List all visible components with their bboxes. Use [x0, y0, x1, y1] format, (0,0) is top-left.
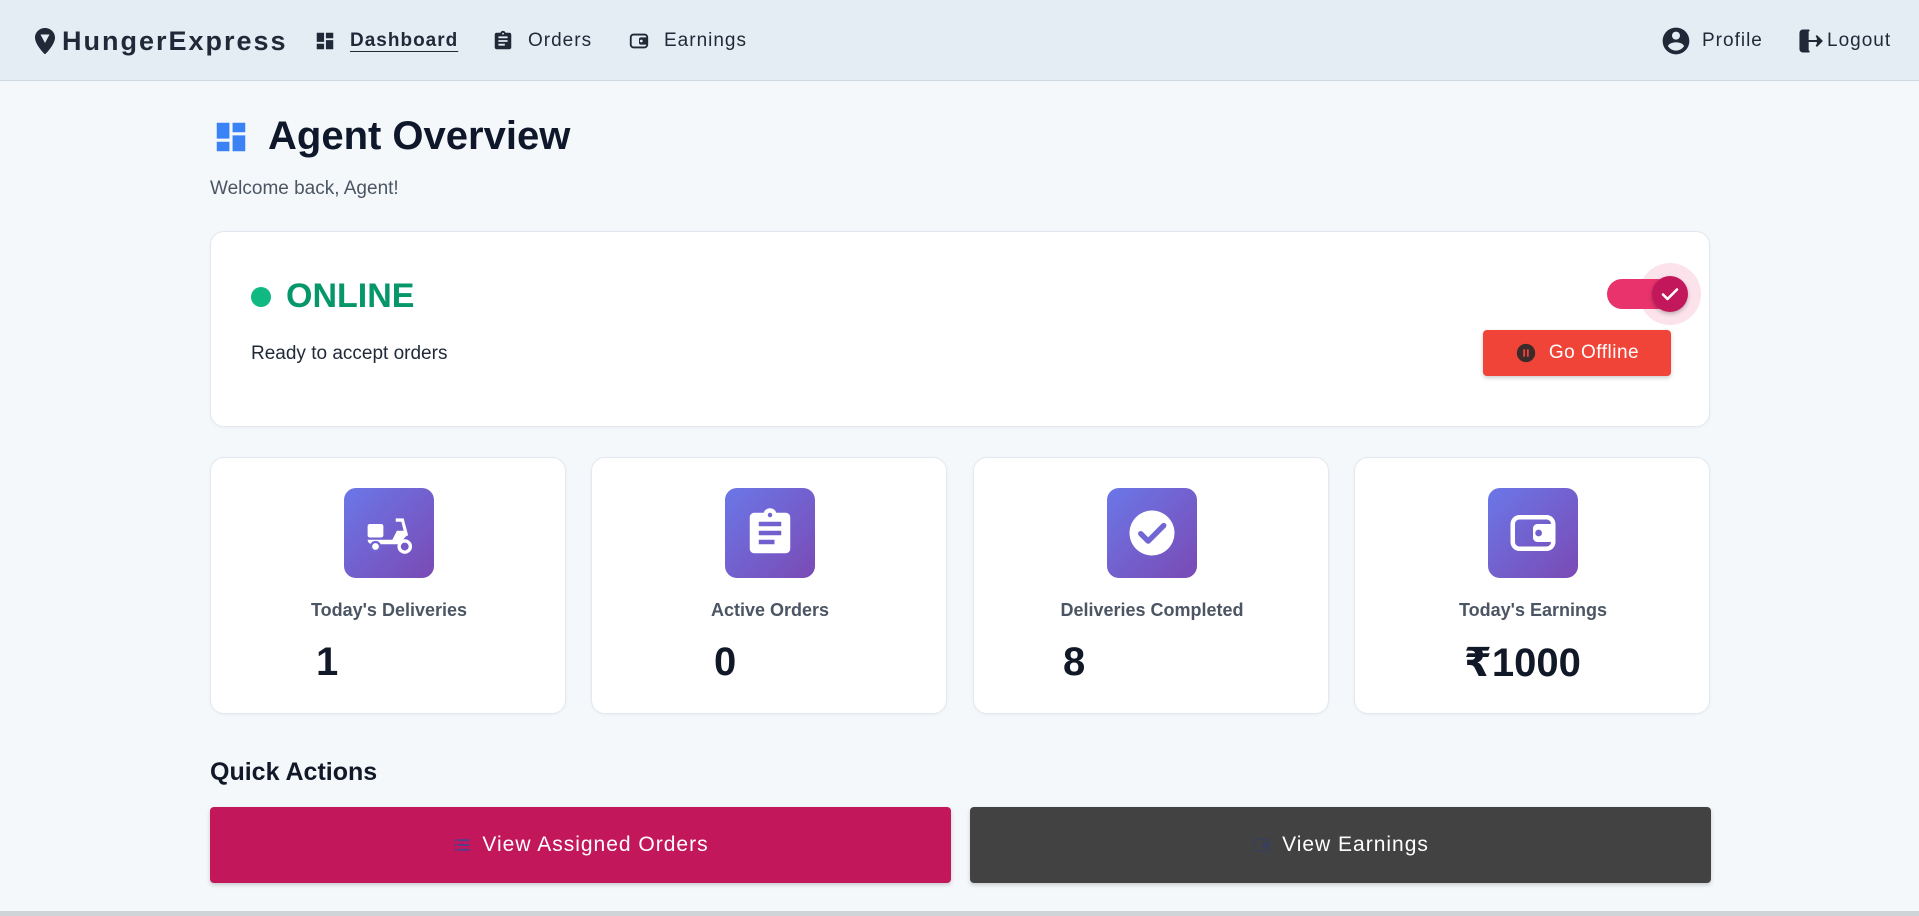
wallet-icon — [1510, 515, 1556, 551]
location-pin-icon — [35, 28, 55, 54]
brand-logo[interactable]: HungerExpress — [32, 24, 288, 58]
stat-label: Today's Earnings — [1459, 600, 1607, 620]
view-earnings-label: View Earnings — [1282, 833, 1429, 856]
stat-card-active-orders: Active Orders 0 — [591, 457, 947, 714]
stat-value: 1 — [316, 640, 339, 684]
check-circle-icon — [1129, 510, 1175, 556]
stat-card-todays-earnings: Today's Earnings ₹1000 — [1354, 457, 1710, 714]
stat-icon-box — [1107, 488, 1197, 578]
welcome-message: Welcome back, Agent! — [210, 178, 399, 199]
wallet-icon — [1253, 838, 1271, 852]
clipboard-icon — [494, 30, 512, 50]
dashboard-icon — [316, 32, 334, 50]
stat-label: Active Orders — [710, 600, 830, 620]
view-assigned-orders-button[interactable]: View Assigned Orders — [210, 807, 951, 883]
quick-actions-title: Quick Actions — [210, 758, 378, 786]
list-icon — [454, 839, 470, 851]
logout-icon — [1799, 29, 1823, 53]
nav-dashboard-label: Dashboard — [350, 30, 459, 51]
stat-value: ₹1000 — [1464, 641, 1581, 685]
nav-orders-label: Orders — [528, 30, 593, 51]
view-earnings-button[interactable]: View Earnings — [970, 807, 1711, 883]
status-card: ONLINE Ready to accept orders Go Offline — [210, 231, 1710, 427]
stat-card-todays-deliveries: Today's Deliveries 1 — [210, 457, 566, 714]
status-indicator: ONLINE — [251, 277, 414, 316]
stat-icon-box — [1488, 488, 1578, 578]
dashboard-icon — [216, 122, 246, 151]
stat-value: 8 — [1063, 640, 1086, 684]
nav-earnings[interactable]: Earnings — [628, 26, 747, 56]
nav-profile-label: Profile — [1702, 30, 1763, 51]
wallet-icon — [629, 33, 649, 49]
status-text: ONLINE — [286, 277, 415, 315]
scooter-icon — [367, 518, 413, 554]
view-assigned-orders-label: View Assigned Orders — [482, 833, 709, 856]
stat-card-deliveries-completed: Deliveries Completed 8 — [973, 457, 1329, 714]
nav-earnings-label: Earnings — [664, 30, 747, 51]
nav-logout-label: Logout — [1827, 30, 1892, 51]
bottom-scrollbar[interactable] — [0, 911, 1919, 916]
brand-name: HungerExpress — [62, 25, 288, 56]
nav-profile[interactable]: Profile — [1660, 26, 1763, 56]
check-icon — [1661, 288, 1679, 301]
online-toggle[interactable] — [1607, 263, 1703, 325]
go-offline-label: Go Offline — [1548, 342, 1640, 363]
stat-value: 0 — [714, 640, 737, 684]
toggle-knob[interactable] — [1652, 276, 1688, 312]
clipboard-icon — [749, 508, 791, 554]
page-title: Agent Overview — [212, 114, 570, 159]
stat-icon-box — [344, 488, 434, 578]
nav-orders[interactable]: Orders — [492, 26, 592, 56]
stat-label: Today's Deliveries — [310, 600, 468, 620]
page-title-text: Agent Overview — [268, 114, 571, 158]
go-offline-button[interactable]: Go Offline — [1483, 330, 1671, 376]
stat-label: Deliveries Completed — [1060, 600, 1244, 620]
pause-circle-icon — [1516, 343, 1536, 363]
stat-icon-box — [725, 488, 815, 578]
nav-logout[interactable]: Logout — [1797, 26, 1891, 56]
navbar: HungerExpress Dashboard Orders Earnings … — [0, 0, 1919, 81]
account-circle-icon — [1662, 27, 1690, 55]
nav-dashboard[interactable]: Dashboard — [314, 26, 458, 56]
status-subtitle: Ready to accept orders — [251, 343, 448, 364]
status-dot-icon — [251, 286, 271, 307]
